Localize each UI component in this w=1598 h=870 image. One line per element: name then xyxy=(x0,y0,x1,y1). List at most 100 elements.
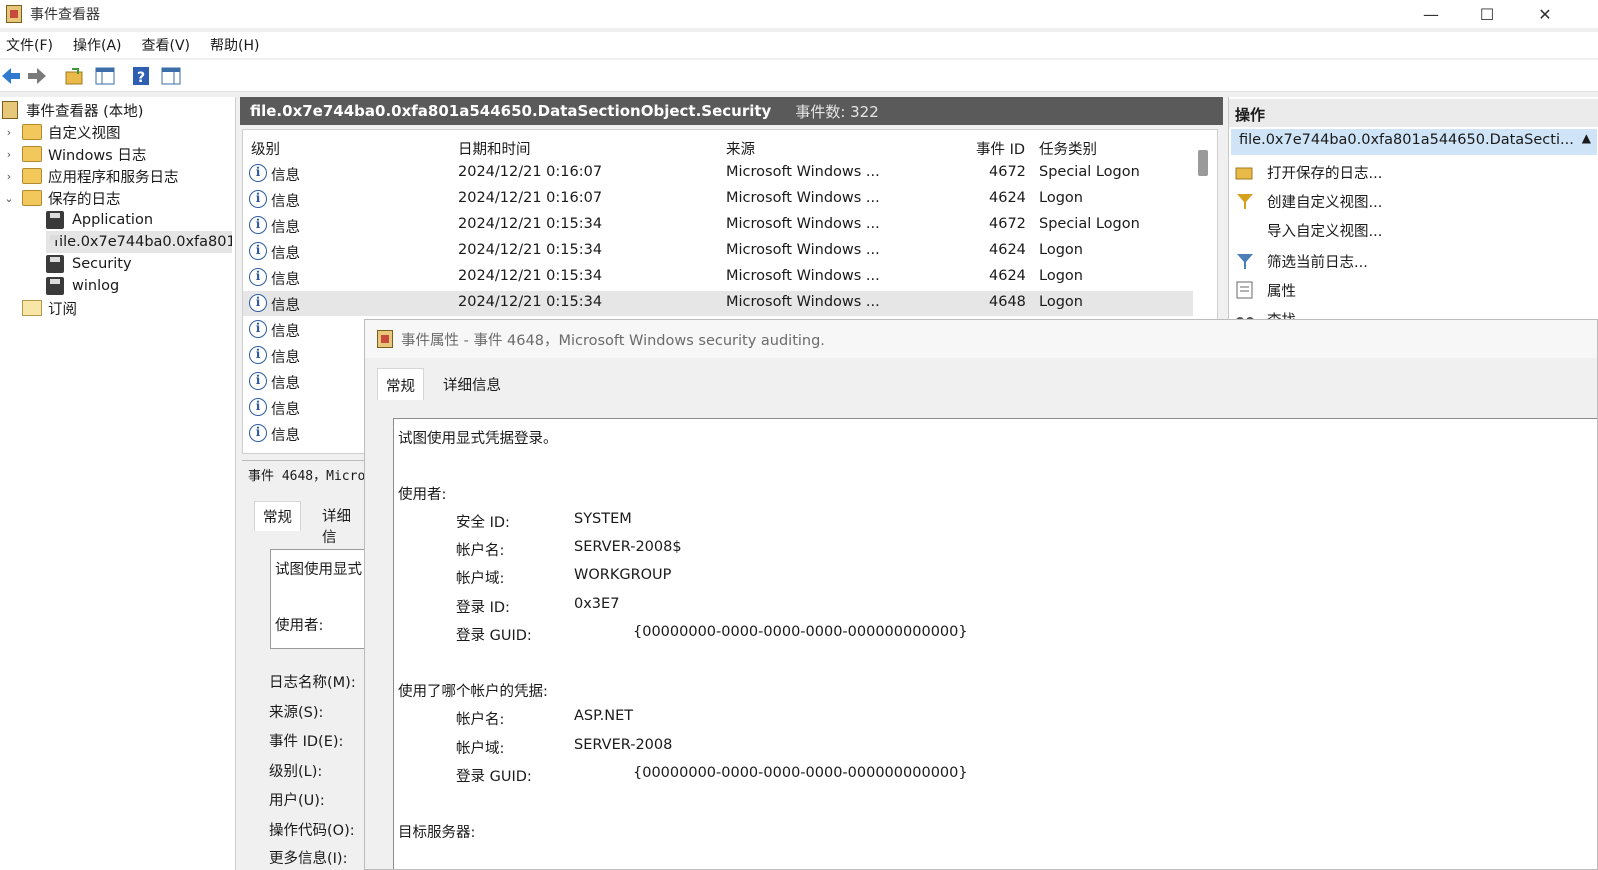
close-button[interactable]: ✕ xyxy=(1516,0,1574,28)
tree-item-subscriptions[interactable]: 订阅 xyxy=(22,297,77,319)
svg-text:?: ? xyxy=(137,70,145,86)
action-import-custom-view[interactable]: 导入自定义视图... xyxy=(1235,217,1382,243)
field-value: {00000000-0000-0000-0000-000000000000} xyxy=(633,624,968,640)
column-datetime[interactable]: 日期和时间 xyxy=(458,138,531,159)
open-folder-icon xyxy=(1235,167,1253,180)
column-event-id[interactable]: 事件 ID xyxy=(976,138,1025,159)
tree-item-app-service-logs[interactable]: › 应用程序和服务日志 xyxy=(2,165,179,187)
open-folder-icon[interactable] xyxy=(64,65,86,87)
action-pane-icon[interactable] xyxy=(160,65,182,87)
column-task-category[interactable]: 任务类别 xyxy=(1039,138,1097,159)
cell-event-id: 4624 xyxy=(989,242,1026,258)
tree-item-saved-application[interactable]: Application xyxy=(46,209,153,231)
log-file-name: file.0x7e744ba0.0xfa801a544650.DataSecti… xyxy=(250,102,772,120)
info-icon: i xyxy=(249,268,267,286)
menu-action[interactable]: 操作(A) xyxy=(67,35,130,55)
binoculars-icon xyxy=(1236,317,1254,319)
toolbar: ? xyxy=(0,60,1598,92)
help-icon[interactable]: ? xyxy=(130,65,152,87)
table-row[interactable]: i 信息 2024/12/21 0:16:07 Microsoft Window… xyxy=(243,161,1193,186)
menu-help[interactable]: 帮助(H) xyxy=(204,35,267,55)
tree-item-label: Security xyxy=(72,256,132,272)
column-level[interactable]: 级别 xyxy=(251,138,280,159)
action-filter-current-log[interactable]: 筛选当前日志... xyxy=(1235,248,1368,274)
info-icon: i xyxy=(249,294,267,312)
event-viewer-app-icon xyxy=(377,330,393,348)
tree-item-windows-logs[interactable]: › Windows 日志 xyxy=(2,143,146,165)
dialog-tab-details[interactable]: 详细信息 xyxy=(435,368,509,400)
cell-event-id: 4672 xyxy=(989,216,1026,232)
event-viewer-icon xyxy=(2,101,18,119)
dialog-description-box[interactable]: 试图使用显式凭据登录。 使用者: 安全 ID: SYSTEM 帐户名: SERV… xyxy=(393,418,1597,869)
window-title: 事件查看器 xyxy=(30,7,100,23)
chevron-right-icon[interactable]: › xyxy=(2,170,16,183)
cell-level: 信息 xyxy=(271,402,300,418)
field-key: 帐户名: xyxy=(456,543,505,559)
field-key: 帐户域: xyxy=(456,571,505,587)
label-more-info[interactable]: 更多信息(I): xyxy=(269,847,347,868)
action-open-saved-log[interactable]: 打开保存的日志... xyxy=(1235,159,1382,185)
blank-icon xyxy=(1235,221,1255,239)
cell-source: Microsoft Windows ... xyxy=(726,164,880,180)
cell-level: 信息 xyxy=(271,376,300,392)
forward-arrow-icon[interactable] xyxy=(26,65,48,87)
description-intro: 试图使用显式凭据登录。 xyxy=(398,431,558,447)
info-icon: i xyxy=(249,424,267,442)
tree-item-saved-winlog[interactable]: winlog xyxy=(46,275,119,297)
menu-file[interactable]: 文件(F) xyxy=(0,35,61,55)
tree-item-saved-security[interactable]: Security xyxy=(46,253,132,275)
saved-log-icon xyxy=(46,211,64,229)
actions-file-section[interactable]: file.0x7e744ba0.0xfa801a544650.DataSecti… xyxy=(1231,129,1597,155)
action-label: 打开保存的日志... xyxy=(1267,165,1383,182)
column-source[interactable]: 来源 xyxy=(726,138,755,159)
collapse-caret-icon[interactable]: ▲ xyxy=(1582,131,1591,145)
table-row[interactable]: i 信息 2024/12/21 0:15:34 Microsoft Window… xyxy=(243,265,1193,290)
info-icon: i xyxy=(249,320,267,338)
table-row[interactable]: i 信息 2024/12/21 0:15:34 Microsoft Window… xyxy=(243,239,1193,264)
dialog-tab-general[interactable]: 常规 xyxy=(377,368,424,400)
cell-event-id: 4624 xyxy=(989,190,1026,206)
minimize-button[interactable]: — xyxy=(1402,0,1460,28)
cell-datetime: 2024/12/21 0:16:07 xyxy=(458,164,603,180)
target-server-header: 目标服务器: xyxy=(398,825,476,841)
table-row[interactable]: i 信息 2024/12/21 0:16:07 Microsoft Window… xyxy=(243,187,1193,212)
action-label: 查找... xyxy=(1267,309,1310,320)
back-arrow-icon[interactable] xyxy=(0,65,22,87)
tree-item-custom-views[interactable]: › 自定义视图 xyxy=(2,121,121,143)
chevron-down-icon[interactable]: ⌄ xyxy=(2,192,16,205)
action-label: 导入自定义视图... xyxy=(1267,223,1383,240)
action-find[interactable]: 查找... xyxy=(1235,306,1310,319)
field-key: 登录 ID: xyxy=(456,600,510,616)
info-icon: i xyxy=(249,398,267,416)
window-titlebar: 事件查看器 xyxy=(0,0,1598,28)
tree-item-saved-logs[interactable]: ⌄ 保存的日志 xyxy=(2,187,121,209)
actions-pane: 操作 file.0x7e744ba0.0xfa801a544650.DataSe… xyxy=(1228,97,1598,319)
saved-log-icon xyxy=(46,255,64,273)
label-opcode: 操作代码(O): xyxy=(269,823,355,839)
chevron-right-icon[interactable]: › xyxy=(2,126,16,139)
tree-root[interactable]: 事件查看器 (本地) xyxy=(2,99,143,121)
menu-bar: 文件(F) 操作(A) 查看(V) 帮助(H) xyxy=(0,32,1598,58)
column-headers: 级别 日期和时间 来源 事件 ID 任务类别 xyxy=(243,134,1203,160)
action-create-custom-view[interactable]: 创建自定义视图... xyxy=(1235,188,1382,214)
table-row-selected[interactable]: i 信息 2024/12/21 0:15:34 Microsoft Window… xyxy=(243,291,1193,316)
cell-event-id: 4624 xyxy=(989,268,1026,284)
menu-view[interactable]: 查看(V) xyxy=(136,35,199,55)
tree-item-label: Application xyxy=(72,212,154,228)
table-row[interactable]: i 信息 2024/12/21 0:15:34 Microsoft Window… xyxy=(243,213,1193,238)
folder-icon xyxy=(22,168,42,184)
chevron-right-icon[interactable]: › xyxy=(2,148,16,161)
tree-item-label: 自定义视图 xyxy=(48,125,121,142)
scrollbar-thumb[interactable] xyxy=(1198,150,1208,176)
tree-item-saved-file[interactable]: file.0x7e744ba0.0xfa801a544650.DataSecti… xyxy=(46,231,232,253)
label-event-id: 事件 ID(E): xyxy=(269,734,344,750)
console-tree-icon[interactable] xyxy=(94,65,116,87)
preview-tab-general[interactable]: 常规 xyxy=(254,501,301,531)
action-properties[interactable]: 属性 xyxy=(1235,277,1296,303)
filter-icon xyxy=(1237,194,1253,209)
field-key: 帐户名: xyxy=(456,712,505,728)
tree-item-label: Windows 日志 xyxy=(48,147,147,164)
maximize-button[interactable]: ☐ xyxy=(1458,0,1516,28)
label-source: 来源(S): xyxy=(269,705,324,721)
field-value: WORKGROUP xyxy=(574,567,672,583)
